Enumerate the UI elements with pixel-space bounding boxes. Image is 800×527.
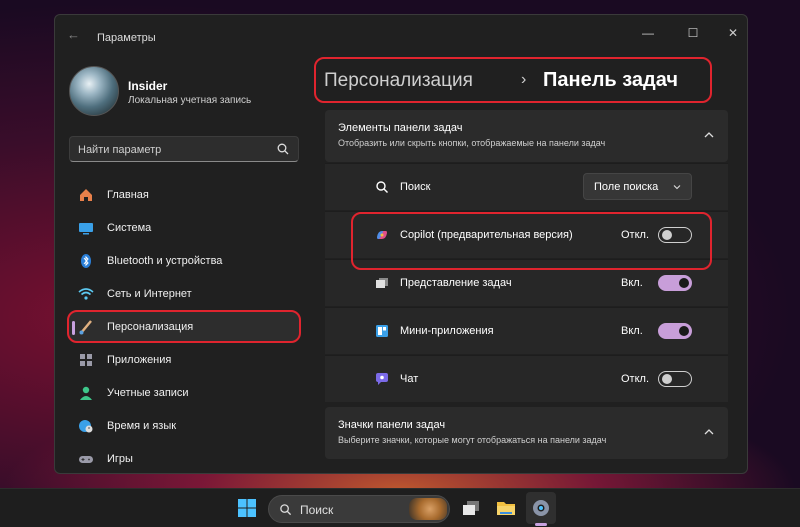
sidebar-item-time-language[interactable]: Время и язык <box>69 409 305 442</box>
setting-label: Copilot (предварительная версия) <box>400 229 573 241</box>
apps-icon <box>77 351 95 369</box>
brush-icon <box>77 318 95 336</box>
page-title: Панель задач <box>543 69 678 91</box>
home-icon <box>77 186 95 204</box>
chevron-up-icon <box>704 429 714 435</box>
minimize-icon: — <box>642 26 654 40</box>
avatar[interactable] <box>69 66 119 116</box>
copilot-toggle[interactable] <box>658 227 692 243</box>
active-app-indicator <box>535 523 547 526</box>
setting-row-chat: Чат Откл. <box>325 355 728 402</box>
sidebar-item-label: Главная <box>107 188 149 201</box>
toggle-state: Откл. <box>621 373 650 385</box>
monitor-icon <box>77 219 95 237</box>
chevron-down-icon <box>673 185 681 190</box>
sidebar-item-label: Учетные записи <box>107 386 189 399</box>
task-view-icon[interactable] <box>460 497 482 519</box>
toggle-knob <box>662 230 672 240</box>
maximize-icon: ☐ <box>687 26 699 40</box>
sidebar-item-bluetooth[interactable]: Bluetooth и устройства <box>69 244 305 277</box>
setting-row-copilot: Copilot (предварительная версия) Откл. <box>325 211 728 258</box>
sidebar-item-label: Система <box>107 221 152 234</box>
taskbar-items-group-header[interactable]: Элементы панели задач Отобразить или скр… <box>325 110 728 162</box>
setting-label: Представление задач <box>400 277 512 289</box>
sidebar-nav: Главная Система Bluetooth и устройства С… <box>67 178 305 473</box>
copilot-icon <box>377 231 387 239</box>
user-name: Insider <box>128 79 168 93</box>
taskbar-search-label: Поиск <box>300 503 334 517</box>
taskbar-icons-group-header[interactable]: Значки панели задач Выберите значки, кот… <box>325 407 728 459</box>
settings-window: ← Параметры — ☐ ✕ Insider Локальная учет… <box>54 14 748 474</box>
sidebar-item-home[interactable]: Главная <box>69 178 305 211</box>
dropdown-value: Поле поиска <box>594 181 659 193</box>
sidebar-item-gaming[interactable]: Игры <box>69 442 305 473</box>
sidebar-item-personalization[interactable]: Персонализация <box>67 310 301 343</box>
toggle-knob <box>679 278 689 288</box>
search-icon[interactable] <box>276 142 290 156</box>
chevron-up-icon <box>704 132 714 138</box>
setting-label: Мини-приложения <box>400 325 494 337</box>
toggle-state: Откл. <box>621 229 650 241</box>
windows-start-icon[interactable] <box>237 498 257 518</box>
title-bar: ← Параметры — ☐ ✕ <box>55 15 747 55</box>
setting-row-task-view: Представление задач Вкл. <box>325 259 728 306</box>
person-icon <box>77 384 95 402</box>
globe-clock-icon <box>77 417 95 435</box>
setting-label: Чат <box>400 373 419 385</box>
breadcrumb: Персонализация › Панель задач <box>314 57 712 103</box>
sidebar-item-label: Персонализация <box>107 320 194 333</box>
search-icon <box>376 181 388 193</box>
setting-label: Поиск <box>400 181 431 193</box>
gamepad-icon <box>77 450 95 468</box>
taskbar-search-box[interactable]: Поиск <box>268 495 450 523</box>
sidebar-item-system[interactable]: Система <box>69 211 305 244</box>
widgets-toggle[interactable] <box>658 323 692 339</box>
toggle-state: Вкл. <box>621 325 643 337</box>
close-button[interactable]: ✕ <box>723 25 743 41</box>
task-view-icon <box>376 278 388 288</box>
bluetooth-icon <box>77 252 95 270</box>
toggle-knob <box>662 374 672 384</box>
group-description: Отобразить или скрыть кнопки, отображаем… <box>338 138 606 148</box>
search-mode-dropdown[interactable]: Поле поиска <box>583 173 692 200</box>
task-view-toggle[interactable] <box>658 275 692 291</box>
sidebar-item-apps[interactable]: Приложения <box>69 343 305 376</box>
toggle-knob <box>679 326 689 336</box>
maximize-button[interactable]: ☐ <box>683 25 703 41</box>
app-title: Параметры <box>97 32 156 44</box>
minimize-button[interactable]: — <box>638 25 658 41</box>
search-icon <box>280 504 292 516</box>
close-icon: ✕ <box>727 26 739 40</box>
settings-search-box[interactable] <box>69 136 299 162</box>
account-type: Локальная учетная запись <box>128 95 252 106</box>
settings-icon[interactable] <box>530 497 552 519</box>
search-highlight-image <box>409 498 447 520</box>
arrow-left-icon: ← <box>67 27 80 42</box>
widgets-icon <box>376 325 388 337</box>
sidebar-item-label: Bluetooth и устройства <box>107 254 223 267</box>
setting-row-search: Поиск Поле поиска <box>325 163 728 210</box>
wifi-icon <box>77 285 95 303</box>
group-description: Выберите значки, которые могут отображат… <box>338 435 607 445</box>
back-button[interactable]: ← <box>67 28 83 42</box>
sidebar-item-label: Сеть и Интернет <box>107 287 192 300</box>
sidebar-item-network[interactable]: Сеть и Интернет <box>69 277 305 310</box>
sidebar-item-label: Время и язык <box>107 419 177 432</box>
toggle-state: Вкл. <box>621 277 643 289</box>
sidebar-item-label: Игры <box>107 452 133 465</box>
chat-toggle[interactable] <box>658 371 692 387</box>
file-explorer-icon[interactable] <box>495 497 517 519</box>
breadcrumb-separator: › <box>521 71 527 88</box>
setting-row-widgets: Мини-приложения Вкл. <box>325 307 728 354</box>
sidebar-item-accounts[interactable]: Учетные записи <box>69 376 305 409</box>
settings-content: Элементы панели задач Отобразить или скр… <box>325 110 728 473</box>
search-input[interactable] <box>78 142 268 158</box>
chat-icon <box>376 373 388 385</box>
group-title: Элементы панели задач <box>338 122 463 134</box>
breadcrumb-parent[interactable]: Персонализация <box>324 70 473 92</box>
group-title: Значки панели задач <box>338 419 446 431</box>
os-taskbar: Поиск <box>0 488 800 527</box>
sidebar-item-label: Приложения <box>107 353 172 366</box>
